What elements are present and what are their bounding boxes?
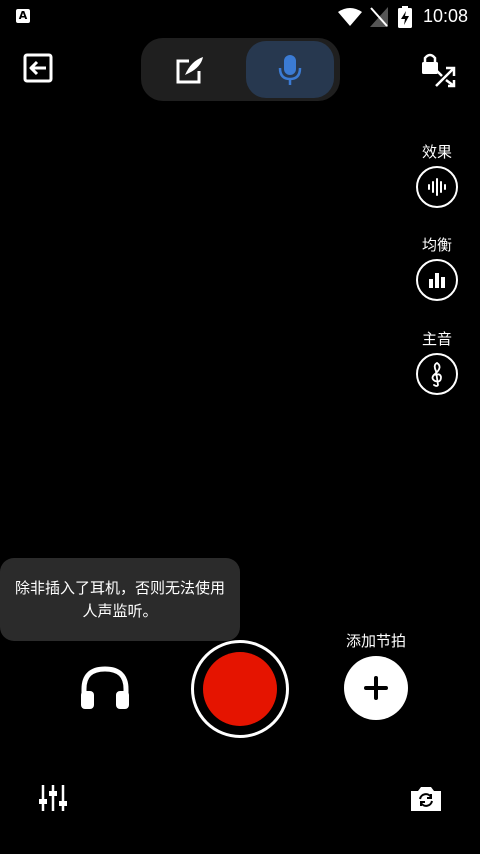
headphones-button[interactable] bbox=[78, 665, 132, 711]
microphone-icon bbox=[278, 54, 302, 85]
record-dot bbox=[203, 652, 277, 726]
exit-button[interactable] bbox=[22, 52, 54, 84]
edit-feather-icon bbox=[176, 56, 203, 83]
add-beat-button[interactable] bbox=[344, 656, 408, 720]
key-button[interactable] bbox=[416, 353, 458, 395]
write-mode-button[interactable] bbox=[146, 41, 234, 98]
key-label: 主音 bbox=[421, 330, 452, 348]
battery-charging-icon bbox=[398, 6, 412, 28]
equalizer-button[interactable] bbox=[416, 259, 458, 301]
add-beat-label: 添加节拍 bbox=[345, 632, 406, 650]
wifi-icon bbox=[338, 8, 362, 26]
treble-clef-icon bbox=[431, 362, 442, 387]
bar-chart-icon bbox=[429, 273, 445, 288]
mixer-settings-button[interactable] bbox=[38, 783, 68, 813]
waveform-icon bbox=[428, 178, 446, 196]
tooltip-text: 除非插入了耳机，否则无法使用人声监听。 bbox=[14, 578, 225, 620]
clock: 10:08 bbox=[422, 6, 468, 26]
plus-icon bbox=[364, 676, 388, 700]
equalizer-label: 均衡 bbox=[421, 236, 452, 254]
lock-shuffle-button[interactable] bbox=[420, 52, 456, 88]
switch-camera-button[interactable] bbox=[409, 785, 443, 813]
status-bar: A 10:08 bbox=[0, 0, 480, 34]
notification-a-icon: A bbox=[16, 9, 30, 23]
monitor-tooltip: 除非插入了耳机，否则无法使用人声监听。 bbox=[0, 558, 240, 641]
no-signal-icon bbox=[370, 7, 388, 27]
record-button[interactable] bbox=[191, 640, 289, 738]
mode-toggle bbox=[141, 38, 340, 101]
voice-mode-button[interactable] bbox=[246, 41, 334, 98]
effects-label: 效果 bbox=[421, 143, 452, 161]
effects-button[interactable] bbox=[416, 166, 458, 208]
